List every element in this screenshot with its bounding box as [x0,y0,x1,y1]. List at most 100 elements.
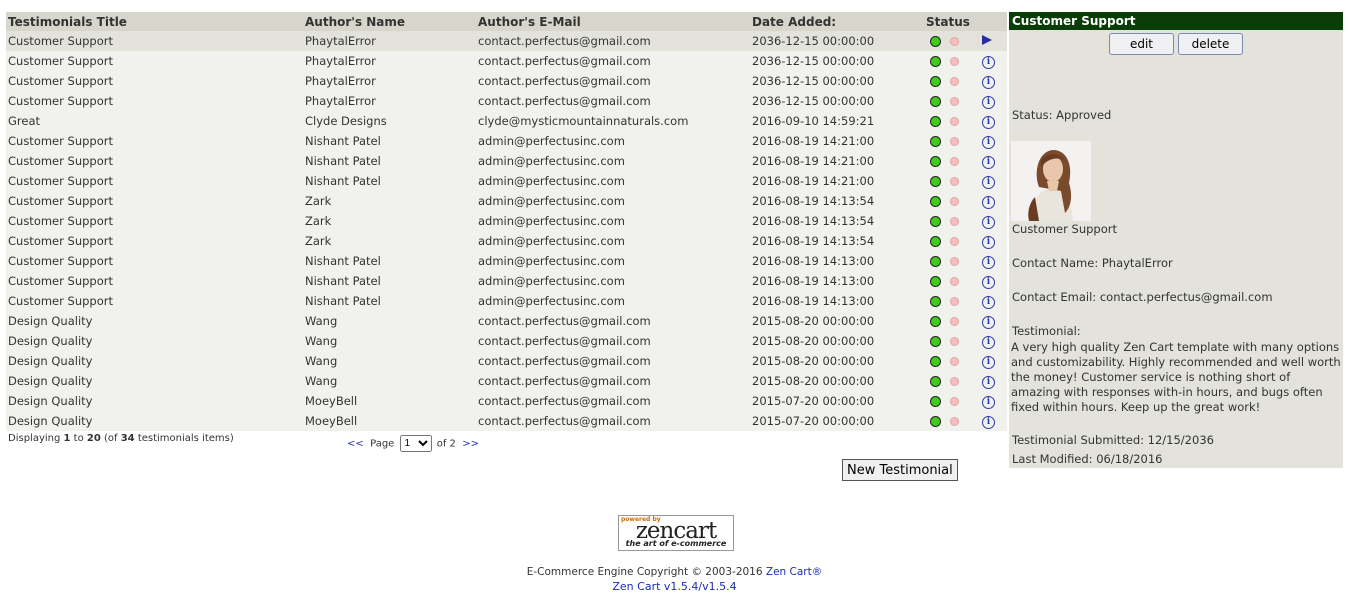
status-inactive-icon[interactable] [950,37,959,46]
row-action: i [976,371,1007,391]
row-email: admin@perfectusinc.com [476,211,750,231]
info-icon[interactable]: i [982,216,995,229]
info-icon[interactable]: i [982,376,995,389]
status-inactive-icon[interactable] [950,77,959,86]
table-row[interactable]: Customer Support PhaytalError contact.perf… [6,51,1007,71]
status-inactive-icon[interactable] [950,117,959,126]
zencart-link[interactable]: Zen Cart® [766,566,822,578]
row-status [924,371,976,391]
table-row[interactable]: Great Clyde Designs clyde@mysticmountainna… [6,111,1007,131]
status-inactive-icon[interactable] [950,397,959,406]
row-action: i [976,391,1007,411]
version-link[interactable]: Zen Cart v1.5.4/v1.5.4 [0,580,1349,593]
row-email: admin@perfectusinc.com [476,171,750,191]
table-row[interactable]: Customer Support Nishant Patel admin@perfe… [6,271,1007,291]
row-status [924,111,976,131]
row-action: i [976,311,1007,331]
info-icon[interactable]: i [982,76,995,89]
status-inactive-icon[interactable] [950,137,959,146]
table-row[interactable]: Customer Support Zark admin@perfectusinc.c… [6,211,1007,231]
pagination-text: to [70,433,87,444]
status-inactive-icon[interactable] [950,417,959,426]
status-inactive-icon[interactable] [950,277,959,286]
table-row[interactable]: Customer Support Nishant Patel admin@perfe… [6,291,1007,311]
status-active-icon [930,96,941,107]
next-page-link[interactable]: >> [462,439,479,450]
status-active-icon [930,236,941,247]
table-row[interactable]: Design Quality Wang contact.perfectus@gmai… [6,331,1007,351]
info-icon[interactable]: i [982,276,995,289]
status-inactive-icon[interactable] [950,357,959,366]
table-row[interactable]: Customer Support PhaytalError contact.perf… [6,91,1007,111]
info-icon[interactable]: i [982,336,995,349]
status-inactive-icon[interactable] [950,257,959,266]
info-icon[interactable]: i [982,56,995,69]
info-icon[interactable]: i [982,356,995,369]
status-inactive-icon[interactable] [950,157,959,166]
table-row[interactable]: Design Quality MoeyBell contact.perfectus@… [6,411,1007,431]
info-icon[interactable]: i [982,256,995,269]
row-status [924,171,976,191]
detail-contact-email: Contact Email: contact.perfectus@gmail.c… [1012,290,1273,304]
status-inactive-icon[interactable] [950,317,959,326]
zencart-logo[interactable]: powered by zencart the art of e-commerce [618,515,734,551]
info-icon[interactable]: i [982,236,995,249]
edit-button[interactable]: edit [1109,33,1174,55]
table-row[interactable]: Customer Support Nishant Patel admin@perfe… [6,151,1007,171]
row-author: Zark [303,191,476,211]
row-status [924,231,976,251]
info-icon[interactable]: i [982,116,995,129]
author-photo-image [1011,141,1091,221]
status-inactive-icon[interactable] [950,377,959,386]
info-icon[interactable]: i [982,416,995,429]
row-author: PhaytalError [303,91,476,111]
page-select[interactable]: 1 [399,435,432,452]
table-row[interactable]: Customer Support PhaytalError contact.perf… [6,31,1007,51]
table-row[interactable]: Customer Support Nishant Patel admin@perfe… [6,131,1007,151]
new-testimonial-button[interactable]: New Testimonial [842,459,958,481]
row-status [924,51,976,71]
info-icon[interactable]: i [982,196,995,209]
status-active-icon [930,276,941,287]
status-inactive-icon[interactable] [950,177,959,186]
row-status [924,271,976,291]
row-date: 2016-08-19 14:13:54 [750,211,924,231]
row-status [924,31,976,51]
info-icon[interactable]: i [982,316,995,329]
info-icon[interactable]: i [982,96,995,109]
status-inactive-icon[interactable] [950,337,959,346]
prev-page-link[interactable]: << [347,439,364,450]
status-inactive-icon[interactable] [950,197,959,206]
status-inactive-icon[interactable] [950,217,959,226]
table-row[interactable]: Design Quality Wang contact.perfectus@gmai… [6,351,1007,371]
info-icon[interactable]: i [982,176,995,189]
table-row[interactable]: Design Quality Wang contact.perfectus@gmai… [6,371,1007,391]
row-status [924,191,976,211]
status-inactive-icon[interactable] [950,297,959,306]
table-row[interactable]: Customer Support PhaytalError contact.perf… [6,71,1007,91]
row-author: Wang [303,371,476,391]
row-date: 2015-08-20 00:00:00 [750,331,924,351]
status-inactive-icon[interactable] [950,97,959,106]
delete-button[interactable]: delete [1178,33,1243,55]
info-icon[interactable]: i [982,296,995,309]
status-inactive-icon[interactable] [950,57,959,66]
info-icon[interactable]: i [982,136,995,149]
row-action: i [976,111,1007,131]
row-action: i [976,271,1007,291]
row-title: Customer Support [6,151,303,171]
row-action: i [976,211,1007,231]
row-email: admin@perfectusinc.com [476,151,750,171]
table-row[interactable]: Customer Support Zark admin@perfectusinc.c… [6,231,1007,251]
info-icon[interactable]: i [982,156,995,169]
row-title: Design Quality [6,311,303,331]
table-row[interactable]: Design Quality Wang contact.perfectus@gmai… [6,311,1007,331]
status-inactive-icon[interactable] [950,237,959,246]
row-email: contact.perfectus@gmail.com [476,371,750,391]
table-row[interactable]: Design Quality MoeyBell contact.perfectus@… [6,391,1007,411]
pagination-to: 20 [86,433,101,444]
table-row[interactable]: Customer Support Nishant Patel admin@perfe… [6,171,1007,191]
table-row[interactable]: Customer Support Nishant Patel admin@perfe… [6,251,1007,271]
info-icon[interactable]: i [982,396,995,409]
table-row[interactable]: Customer Support Zark admin@perfectusinc.c… [6,191,1007,211]
